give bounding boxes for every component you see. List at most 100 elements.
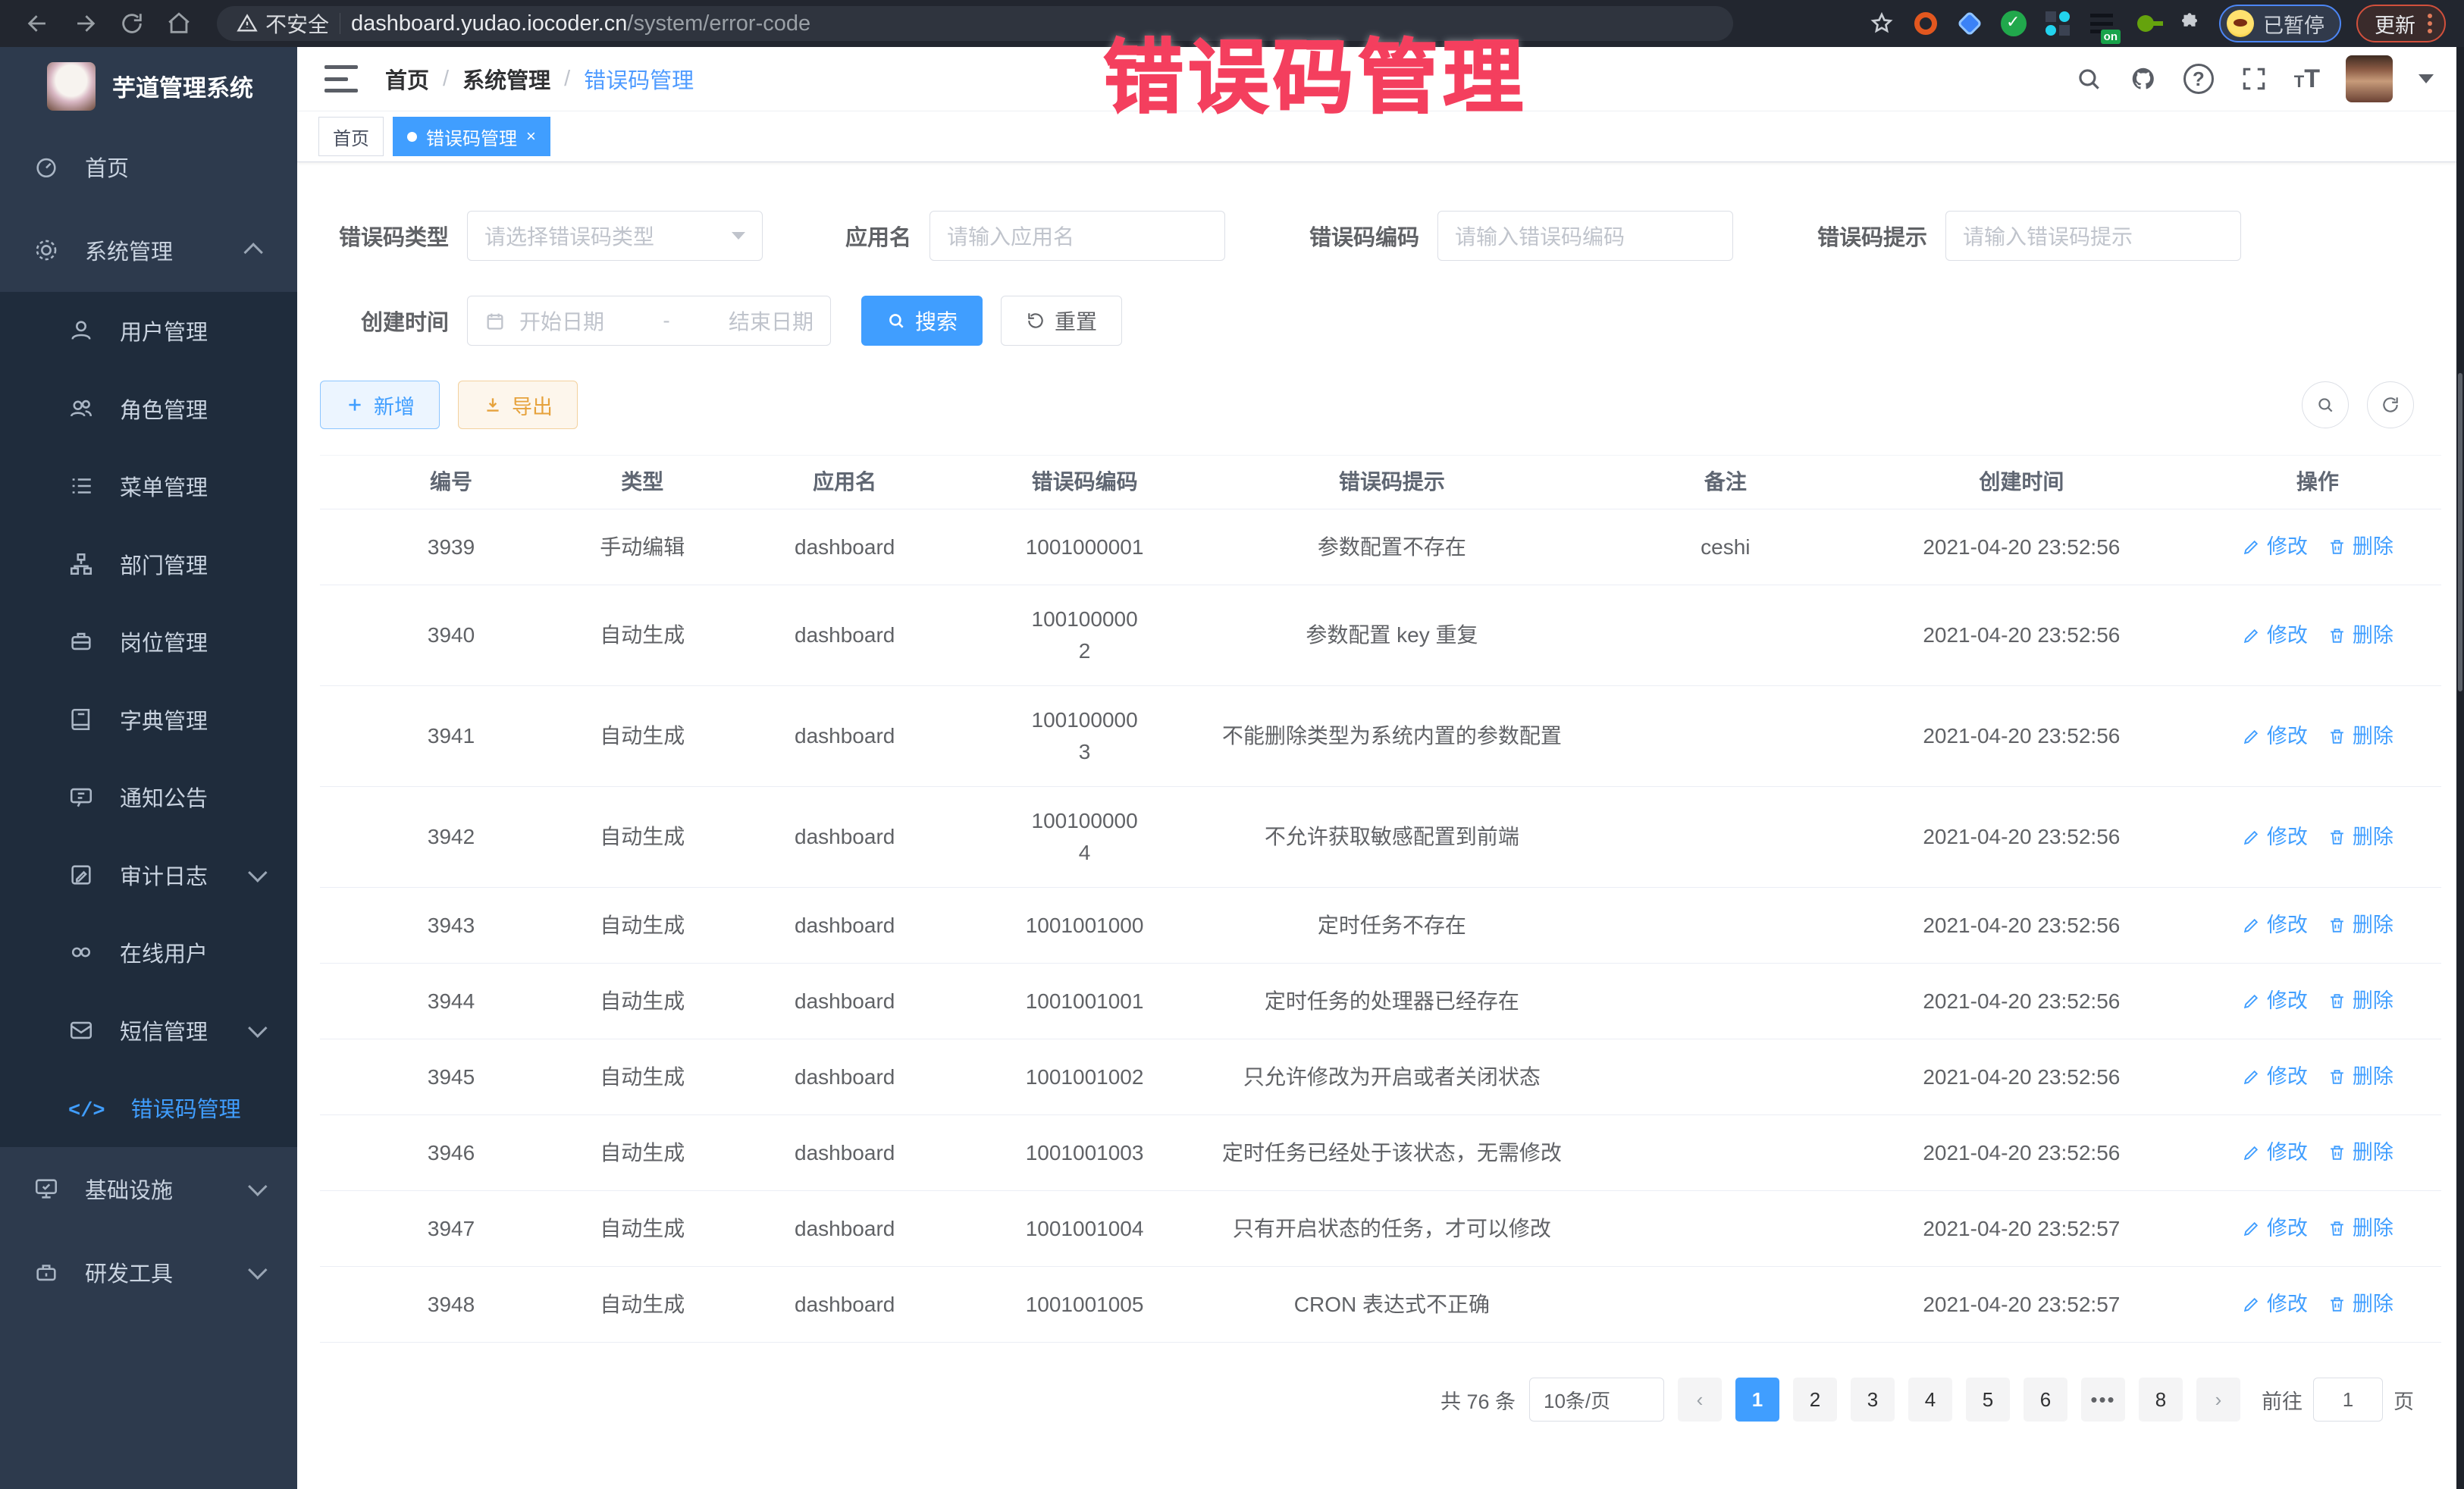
ext-key-icon[interactable] — [2131, 9, 2160, 38]
chevron-down-icon[interactable] — [2419, 74, 2434, 83]
address-bar[interactable]: 不安全 dashboard.yudao.iocoder.cn/system/er… — [217, 6, 1733, 41]
help-icon[interactable]: ? — [2183, 64, 2214, 94]
delete-link[interactable]: 删除 — [2328, 1213, 2393, 1244]
error-code-table: 编号类型应用名错误码编码错误码提示备注创建时间操作 3939手动编辑dashbo… — [320, 455, 2441, 1343]
browser-profile-chip[interactable]: 已暂停 — [2219, 5, 2341, 42]
sidebar-item-字典管理[interactable]: 字典管理 — [0, 681, 297, 759]
page-button-3[interactable]: 3 — [1851, 1378, 1895, 1422]
create-time-range-input[interactable]: 开始日期 - 结束日期 — [467, 296, 831, 346]
delete-link[interactable]: 删除 — [2328, 986, 2393, 1017]
prev-page-button[interactable]: ‹ — [1678, 1378, 1722, 1422]
sidebar-item-首页[interactable]: 首页 — [0, 125, 297, 208]
extensions-puzzle-icon[interactable] — [2175, 9, 2204, 38]
next-page-button[interactable]: › — [2196, 1378, 2240, 1422]
browser-reload-icon[interactable] — [112, 4, 152, 43]
page-size-select[interactable]: 10条/页 — [1529, 1378, 1664, 1422]
sidebar-item-基础设施[interactable]: 基础设施 — [0, 1147, 297, 1230]
delete-link[interactable]: 删除 — [2328, 1289, 2393, 1320]
show-search-button[interactable] — [2302, 381, 2349, 428]
edit-link[interactable]: 修改 — [2242, 1289, 2308, 1320]
delete-link[interactable]: 删除 — [2328, 721, 2393, 752]
app-logo[interactable]: 芋道管理系统 — [0, 47, 297, 125]
delete-link[interactable]: 删除 — [2328, 1061, 2393, 1092]
reset-button[interactable]: 重置 — [1001, 296, 1122, 346]
sidebar-item-岗位管理[interactable]: 岗位管理 — [0, 603, 297, 681]
ext-orange-icon[interactable] — [1911, 9, 1940, 38]
fullscreen-icon[interactable] — [2240, 64, 2268, 93]
scrollbar-thumb[interactable] — [2458, 373, 2462, 691]
sidebar-item-通知公告[interactable]: 通知公告 — [0, 758, 297, 836]
sidebar-item-在线用户[interactable]: 在线用户 — [0, 914, 297, 992]
close-icon[interactable]: × — [526, 127, 536, 146]
font-size-icon[interactable]: TT — [2294, 64, 2320, 94]
page-button-6[interactable]: 6 — [2024, 1378, 2067, 1422]
sidebar-item-短信管理[interactable]: 短信管理 — [0, 992, 297, 1070]
search-icon[interactable] — [2074, 64, 2103, 93]
page-button-5[interactable]: 5 — [1966, 1378, 2010, 1422]
edit-link[interactable]: 修改 — [2242, 822, 2308, 853]
breadcrumb-system[interactable]: 系统管理 — [462, 63, 550, 95]
app-name-input[interactable]: 请输入应用名 — [929, 211, 1225, 261]
page-more-button[interactable]: ••• — [2081, 1378, 2125, 1422]
github-icon[interactable] — [2129, 64, 2158, 93]
ext-green-icon[interactable] — [1999, 9, 2028, 38]
error-hint-input[interactable]: 请输入错误码提示 — [1945, 211, 2241, 261]
security-chip[interactable]: 不安全 — [237, 8, 329, 39]
delete-link[interactable]: 删除 — [2328, 531, 2393, 563]
ext-list-on-icon[interactable]: on — [2087, 9, 2116, 38]
column-header-错误码提示: 错误码提示 — [1182, 456, 1602, 509]
browser-forward-icon[interactable] — [65, 4, 105, 43]
error-code-input[interactable]: 请输入错误码编码 — [1437, 211, 1733, 261]
sidebar-item-研发工具[interactable]: 研发工具 — [0, 1230, 297, 1314]
ext-grid-icon[interactable] — [2043, 9, 2072, 38]
add-button[interactable]: 新增 — [320, 381, 440, 429]
sidebar-item-用户管理[interactable]: 用户管理 — [0, 292, 297, 370]
cell-actions: 修改删除 — [2194, 811, 2441, 864]
tab-home[interactable]: 首页 — [318, 117, 384, 156]
browser-back-icon[interactable] — [18, 4, 58, 43]
bookmark-star-icon[interactable] — [1867, 9, 1896, 38]
page-button-8[interactable]: 8 — [2139, 1378, 2183, 1422]
cell-code: 1001001001 — [987, 975, 1182, 1028]
sidebar-item-系统管理[interactable]: 系统管理 — [0, 208, 297, 292]
browser-menu-icon[interactable] — [2428, 14, 2432, 33]
edit-link[interactable]: 修改 — [2242, 531, 2308, 563]
edit-link[interactable]: 修改 — [2242, 1061, 2308, 1092]
cell-remark — [1602, 991, 1849, 1012]
edit-link[interactable]: 修改 — [2242, 910, 2308, 941]
goto-page-input[interactable]: 1 — [2313, 1378, 2383, 1422]
browser-update-button[interactable]: 更新 — [2356, 5, 2446, 42]
edit-link[interactable]: 修改 — [2242, 1137, 2308, 1168]
page-button-1[interactable]: 1 — [1735, 1378, 1779, 1422]
user-avatar[interactable] — [2346, 55, 2393, 102]
sidebar-item-审计日志[interactable]: 审计日志 — [0, 836, 297, 914]
edit-link[interactable]: 修改 — [2242, 986, 2308, 1017]
export-button[interactable]: 导出 — [458, 381, 578, 429]
cell-hint: 定时任务不存在 — [1182, 899, 1602, 952]
edit-link[interactable]: 修改 — [2242, 1213, 2308, 1244]
sidebar-item-菜单管理[interactable]: 菜单管理 — [0, 447, 297, 525]
edit-link[interactable]: 修改 — [2242, 620, 2308, 651]
breadcrumb-home[interactable]: 首页 — [385, 63, 429, 95]
sidebar-item-角色管理[interactable]: 角色管理 — [0, 370, 297, 448]
edit-link[interactable]: 修改 — [2242, 721, 2308, 752]
sidebar-item-部门管理[interactable]: 部门管理 — [0, 525, 297, 603]
page-button-2[interactable]: 2 — [1793, 1378, 1837, 1422]
scrollbar[interactable] — [2456, 47, 2464, 1489]
error-type-select[interactable]: 请选择错误码类型 — [467, 211, 763, 261]
briefcase-icon — [68, 629, 94, 654]
refresh-table-button[interactable] — [2367, 381, 2414, 428]
delete-link[interactable]: 删除 — [2328, 620, 2393, 651]
browser-home-icon[interactable] — [159, 4, 199, 43]
search-button[interactable]: 搜索 — [861, 296, 983, 346]
profile-status: 已暂停 — [2263, 9, 2324, 39]
collapse-sidebar-icon[interactable] — [324, 65, 358, 92]
delete-link[interactable]: 删除 — [2328, 822, 2393, 853]
sidebar-item-错误码管理[interactable]: </>错误码管理 — [0, 1069, 297, 1147]
page-button-4[interactable]: 4 — [1908, 1378, 1952, 1422]
ext-gem-icon[interactable] — [1955, 9, 1984, 38]
delete-link[interactable]: 删除 — [2328, 1137, 2393, 1168]
tab-error-code[interactable]: 错误码管理 × — [393, 117, 550, 156]
delete-link[interactable]: 删除 — [2328, 910, 2393, 941]
chevron-down-icon — [248, 1018, 267, 1037]
